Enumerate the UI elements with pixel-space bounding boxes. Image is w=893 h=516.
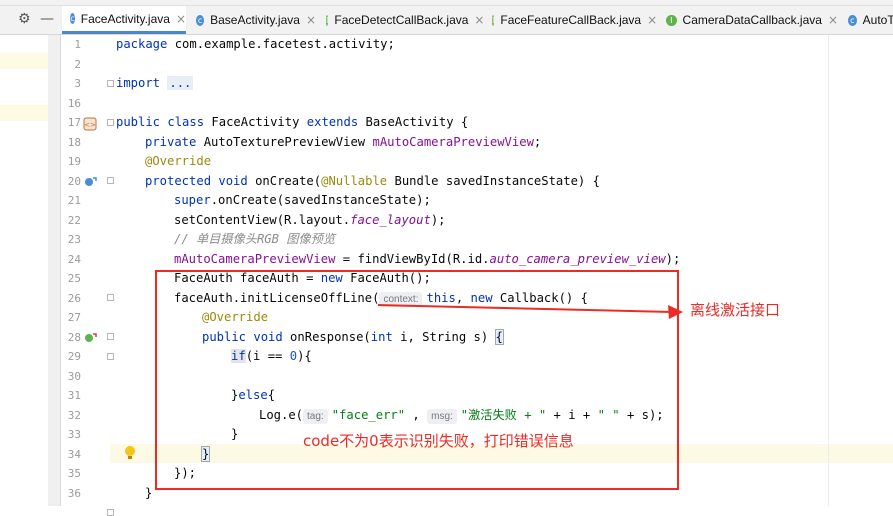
- project-panel-edge: [0, 35, 61, 506]
- close-icon[interactable]: ×: [306, 13, 316, 27]
- line-number: 23: [67, 233, 81, 246]
- line-number: 26: [67, 291, 81, 305]
- code-line-25: FaceAuth faceAuth = new FaceAuth();: [174, 271, 431, 285]
- line-number: 25: [67, 272, 81, 285]
- line-number: 35: [67, 467, 81, 480]
- tab-tools: ⚙ —: [0, 6, 60, 34]
- tab-label: AutoTe: [862, 13, 893, 27]
- right-margin-guide: [828, 35, 829, 506]
- interface-icon: I: [326, 14, 329, 26]
- code-line-20: protected void onCreate(@Nullable Bundle…: [145, 173, 600, 188]
- tab-label: CameraDataCallback.java: [682, 13, 822, 27]
- code-line-19: @Override: [145, 154, 212, 168]
- line-number: 19: [67, 155, 81, 168]
- code-line-31: }else{: [231, 388, 276, 402]
- implement-method-icon[interactable]: [83, 330, 97, 349]
- code-line-17: public class FaceActivity extends BaseAc…: [116, 115, 469, 129]
- line-number: 27: [67, 311, 81, 324]
- code-line-29: if(i == 0){: [231, 349, 312, 363]
- minus-icon[interactable]: —: [40, 11, 54, 27]
- tab-label: FaceDetectCallBack.java: [334, 13, 469, 27]
- code-line-26: faceAuth.initLicenseOffLine(context: this…: [174, 290, 588, 307]
- line-number: 1: [74, 38, 81, 51]
- tab-face-activity[interactable]: c FaceActivity.java ×: [62, 6, 186, 34]
- close-icon[interactable]: ×: [647, 13, 657, 27]
- line-number: 29: [67, 350, 81, 363]
- line-number: 20: [67, 174, 81, 188]
- box-annotation-label: code不为0表示识别失败，打印错误信息: [303, 432, 574, 450]
- line-number: 33: [67, 428, 81, 441]
- parameter-hint: context:: [379, 291, 423, 307]
- code-line-1: package com.example.facetest.activity;: [116, 37, 395, 51]
- line-number: 24: [67, 252, 81, 266]
- line-number: 34: [67, 447, 81, 461]
- code-line-24: mAutoCameraPreviewView = findViewById(R.…: [174, 251, 681, 266]
- code-line-21: super.onCreate(savedInstanceState);: [174, 193, 431, 207]
- close-icon[interactable]: ×: [176, 12, 186, 26]
- tab-face-detect-callback[interactable]: I FaceDetectCallBack.java ×: [318, 6, 484, 34]
- matched-brace: }: [200, 445, 211, 462]
- folded-imports[interactable]: ...: [167, 76, 194, 90]
- tab-label: FaceFeatureCallBack.java: [500, 13, 642, 27]
- close-icon[interactable]: ×: [474, 13, 484, 27]
- svg-text:<>: <>: [84, 121, 96, 129]
- fold-marker[interactable]: [107, 509, 114, 516]
- code-line-3: import ...: [116, 76, 194, 90]
- code-line-22: setContentView(R.layout.face_layout);: [174, 212, 446, 227]
- line-number: 16: [67, 96, 81, 110]
- line-number: 2: [74, 57, 81, 71]
- code-line-18: private AutoTexturePreviewView mAutoCame…: [145, 134, 542, 149]
- code-line-33: }: [231, 427, 239, 441]
- editor-tab-bar: ⚙ — c FaceActivity.java × c BaseActivity…: [0, 6, 893, 35]
- class-icon: c: [196, 14, 205, 26]
- code-line-28: public void onResponse(int i, String s) …: [202, 328, 504, 345]
- gear-icon[interactable]: ⚙: [18, 11, 31, 27]
- tab-label: FaceActivity.java: [80, 11, 170, 26]
- arrow-annotation-label: 离线激活接口: [690, 301, 781, 319]
- line-number: 32: [67, 408, 81, 422]
- tab-auto-te[interactable]: c AutoTe: [840, 6, 893, 34]
- line-number-gutter: 1 2 3 16 17 18 19 20 21 22 23 24 25 26 2…: [61, 35, 135, 516]
- line-number: 17: [67, 116, 81, 129]
- close-icon[interactable]: ×: [828, 13, 838, 27]
- parameter-hint: msg:: [427, 408, 457, 424]
- interface-icon: I: [666, 14, 677, 26]
- line-number: 30: [67, 369, 81, 383]
- tab-label: BaseActivity.java: [210, 13, 300, 27]
- tab-face-feature-callback[interactable]: I FaceFeatureCallBack.java ×: [484, 6, 657, 34]
- code-line-32: Log.e(tag: "face_err" , msg: "激活失败 + " + i…: [259, 407, 664, 424]
- code-line-34: }: [200, 445, 211, 464]
- panel-scrollbar[interactable]: [48, 35, 61, 506]
- line-number: 36: [67, 486, 81, 500]
- line-number: 31: [67, 389, 81, 402]
- code-line-36: }: [145, 485, 153, 500]
- tab-base-activity[interactable]: c BaseActivity.java ×: [188, 6, 316, 34]
- line-number: 18: [67, 135, 81, 149]
- code-line-35: });: [174, 466, 197, 480]
- interface-icon: I: [492, 14, 495, 26]
- line-number: 21: [67, 194, 81, 207]
- class-icon: c: [848, 14, 857, 26]
- line-number: 3: [74, 77, 81, 90]
- matched-brace: {: [494, 328, 504, 345]
- parameter-hint: tag:: [303, 408, 328, 424]
- line-number: 28: [67, 330, 81, 344]
- code-line-27: @Override: [202, 310, 269, 324]
- override-method-icon[interactable]: [83, 174, 97, 193]
- class-hierarchy-icon[interactable]: <>: [83, 116, 97, 135]
- class-icon: c: [70, 13, 75, 24]
- tab-camera-data-callback[interactable]: I CameraDataCallback.java ×: [658, 6, 838, 34]
- line-number: 22: [67, 213, 81, 227]
- code-line-23: // 单目摄像头RGB 图像预览: [174, 232, 336, 246]
